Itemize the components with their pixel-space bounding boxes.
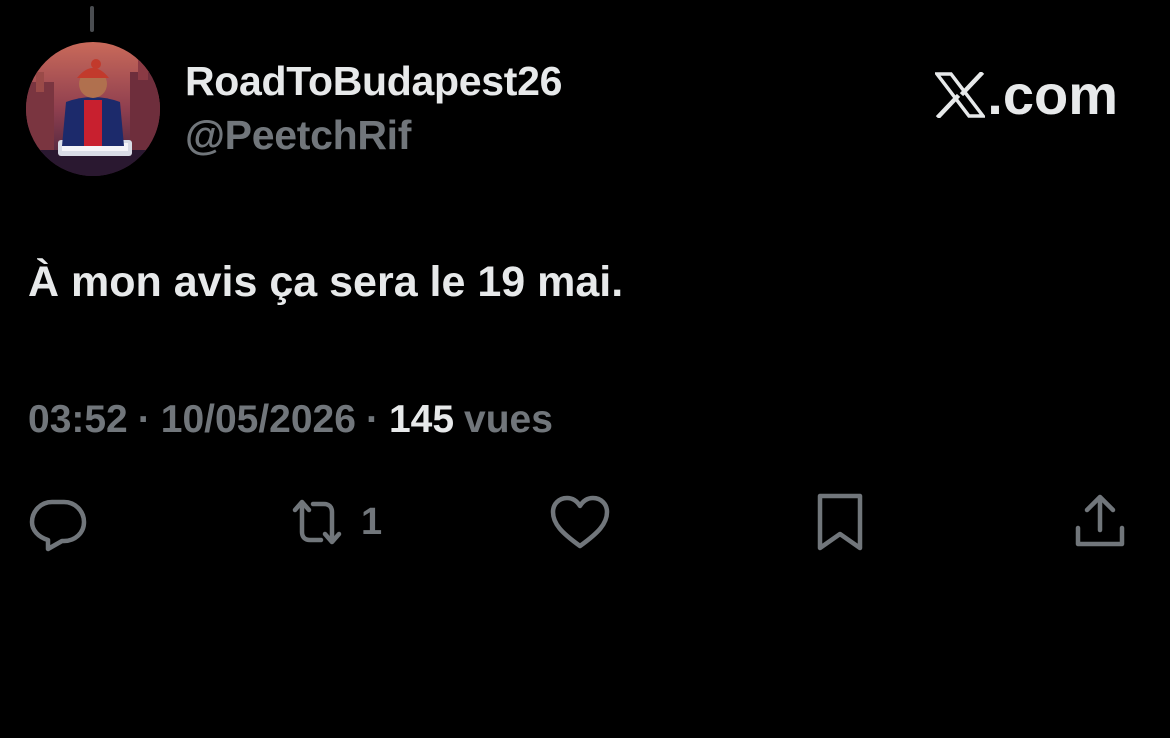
- tweet-date[interactable]: 10/05/2026: [161, 398, 356, 442]
- avatar-image: [26, 42, 160, 176]
- heart-icon: [550, 495, 610, 549]
- reply-icon: [29, 499, 87, 552]
- tweet-actions-bar: 1: [0, 490, 1170, 560]
- avatar[interactable]: [26, 42, 160, 176]
- brand-domain-text: .com: [987, 63, 1118, 126]
- author-handle[interactable]: @PeetchRif: [185, 112, 411, 159]
- brand-watermark: .com: [935, 62, 1118, 127]
- retweet-button[interactable]: 1: [285, 490, 382, 554]
- author-display-name[interactable]: RoadToBudapest26: [185, 58, 562, 105]
- share-icon: [1075, 494, 1125, 547]
- tweet-text: À mon avis ça sera le 19 mai.: [28, 258, 624, 306]
- share-button[interactable]: [1068, 490, 1132, 554]
- thread-connector-line: [90, 6, 94, 32]
- bookmark-icon: [817, 493, 863, 551]
- views-label: vues: [464, 398, 553, 441]
- reply-button[interactable]: [26, 490, 90, 554]
- retweet-count: 1: [361, 500, 383, 543]
- x-logo-icon: [935, 71, 986, 118]
- tweet-time[interactable]: 03:52: [28, 398, 128, 442]
- retweet-icon: [292, 499, 342, 545]
- tweet-metadata: 03:52 · 10/05/2026 · 145 vues: [28, 398, 553, 442]
- views-count: 145: [388, 398, 455, 441]
- like-button[interactable]: [548, 490, 612, 554]
- bookmark-button[interactable]: [808, 490, 872, 554]
- meta-separator: ·: [137, 398, 151, 441]
- meta-separator: ·: [365, 398, 379, 441]
